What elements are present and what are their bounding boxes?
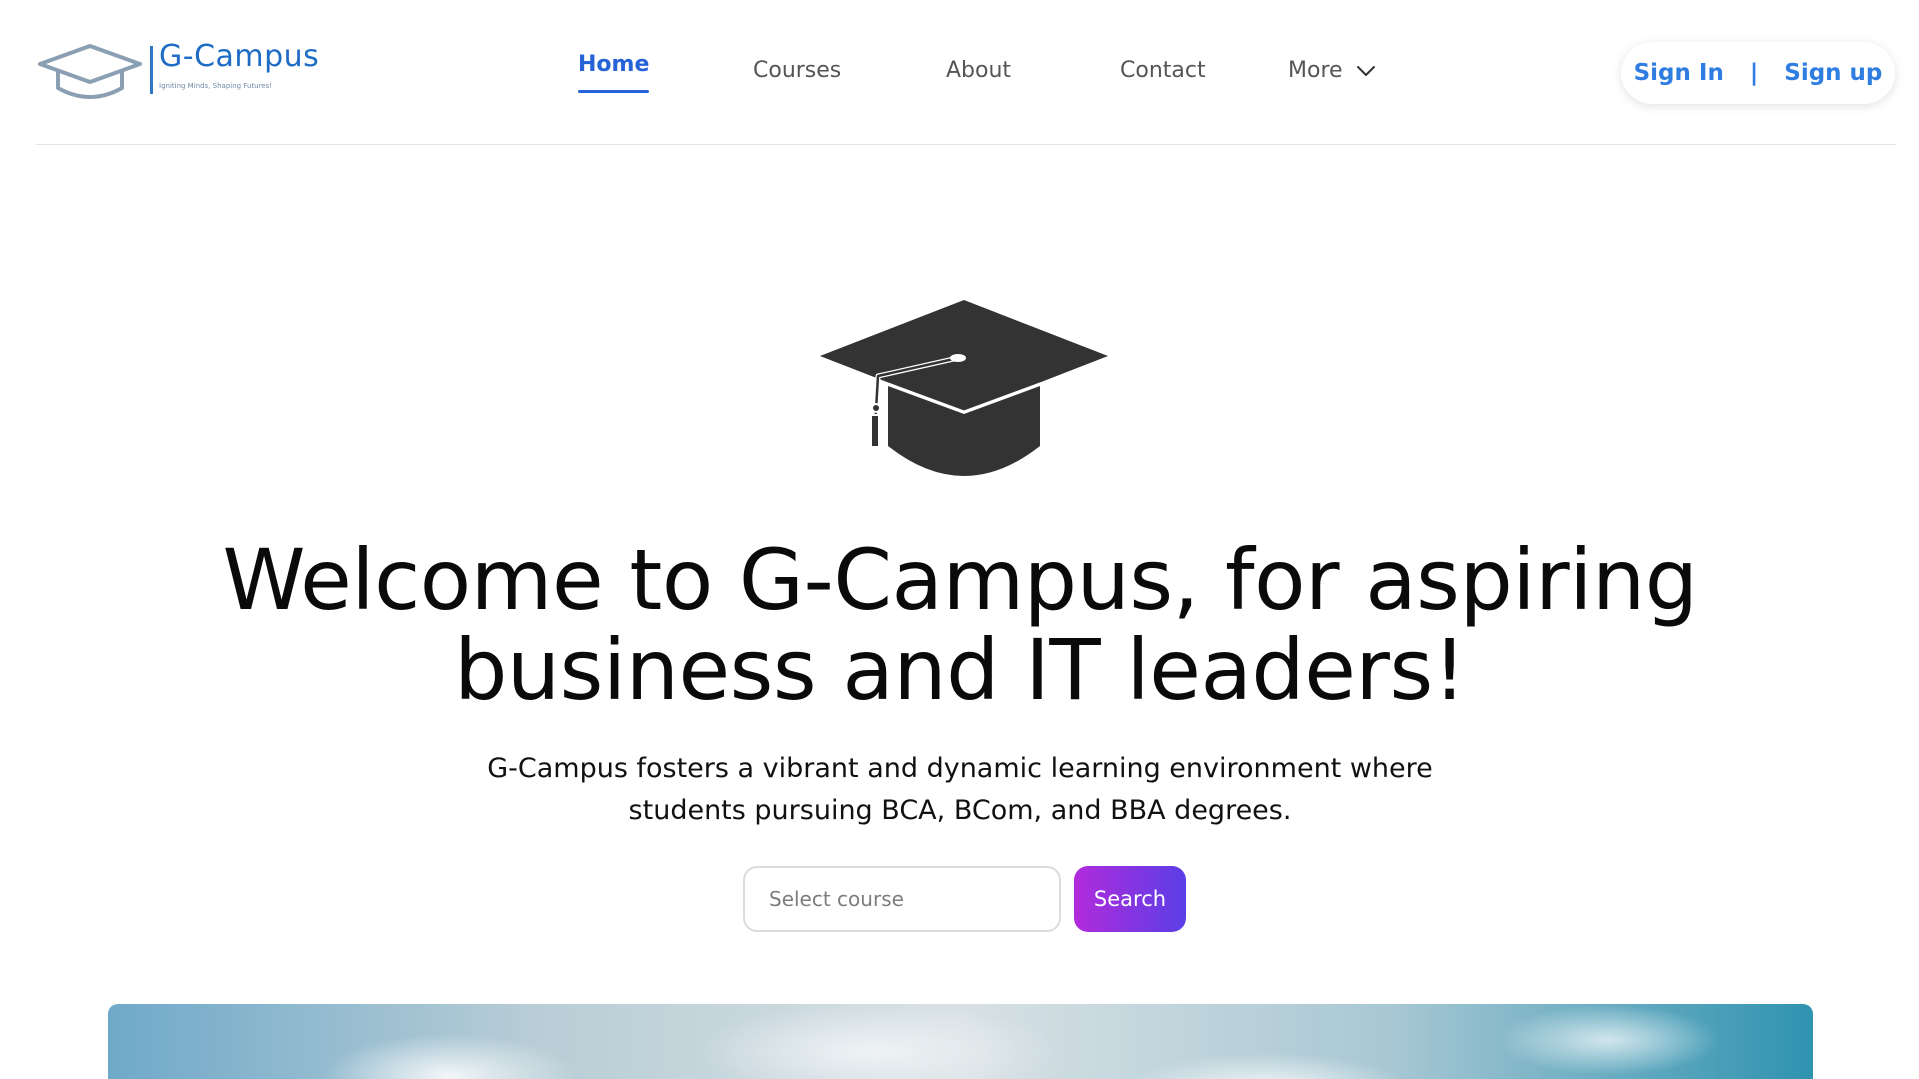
logo-text: G-Campus Igniting Minds, Shaping Futures…: [159, 39, 320, 91]
hero-title: Welcome to G-Campus, for aspiring busine…: [222, 531, 1698, 719]
course-search: Search: [743, 866, 1186, 932]
auth-links: Sign In | Sign up: [1621, 42, 1895, 104]
course-select-input[interactable]: [743, 866, 1061, 932]
nav-more-label: More: [1288, 58, 1343, 83]
nav-contact[interactable]: Contact: [1120, 58, 1206, 83]
graduation-cap-icon: [820, 300, 1108, 476]
auth-separator: |: [1749, 60, 1759, 86]
graduation-cap-icon: [38, 44, 142, 99]
nav-contact-label: Contact: [1120, 58, 1206, 83]
hero-subtitle: G-Campus fosters a vibrant and dynamic l…: [487, 753, 1433, 826]
brand-name: G-Campus: [159, 39, 320, 74]
page: G-Campus Igniting Minds, Shaping Futures…: [0, 0, 1919, 1079]
search-button[interactable]: Search: [1074, 866, 1186, 932]
brand-tagline: Igniting Minds, Shaping Futures!: [159, 82, 273, 90]
sky-clouds-image: [108, 1004, 1813, 1079]
nav-about-label: About: [946, 58, 1012, 83]
nav-more-dropdown[interactable]: More: [1288, 58, 1377, 83]
nav-home-label: Home: [578, 52, 650, 77]
header-divider: [36, 144, 1896, 145]
nav-about[interactable]: About: [946, 58, 1011, 83]
brand-logo[interactable]: G-Campus Igniting Minds, Shaping Futures…: [36, 40, 336, 106]
sign-up-link[interactable]: Sign up: [1784, 60, 1882, 86]
nav-courses-label: Courses: [753, 58, 842, 83]
chevron-down-icon: [1356, 65, 1375, 76]
active-underline: [578, 90, 650, 93]
site-header: G-Campus Igniting Minds, Shaping Futures…: [0, 0, 1919, 145]
sign-in-link[interactable]: Sign In: [1634, 60, 1724, 86]
logo-divider: [150, 46, 153, 94]
nav-courses[interactable]: Courses: [753, 58, 841, 83]
nav-home[interactable]: Home: [578, 52, 650, 93]
